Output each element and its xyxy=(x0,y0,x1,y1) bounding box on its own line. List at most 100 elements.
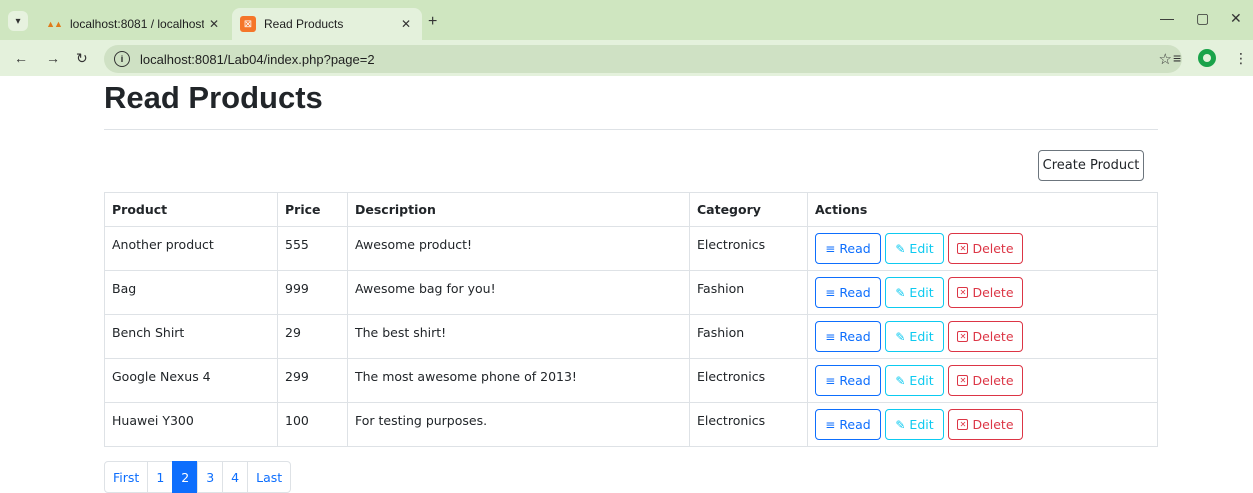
page-link-2[interactable]: 2 xyxy=(172,461,199,493)
cell-category: Electronics xyxy=(689,402,808,447)
back-icon[interactable]: ← xyxy=(14,50,28,66)
x-square-icon: ✕ xyxy=(957,331,969,342)
read-button[interactable]: ≡ Read xyxy=(815,409,881,440)
divider xyxy=(104,129,1158,130)
page-link-first[interactable]: First xyxy=(104,461,149,493)
cell-actions: ≡ Read ✎ Edit ✕ Delete xyxy=(807,358,1158,403)
table-row: Bench Shirt 29 The best shirt! Fashion ≡ Read… xyxy=(104,314,1158,359)
cell-price: 100 xyxy=(277,402,348,447)
cell-product: Bench Shirt xyxy=(104,314,278,359)
edit-button[interactable]: ✎ Edit xyxy=(885,321,944,352)
read-button[interactable]: ≡ Read xyxy=(815,365,881,396)
cell-description: For testing purposes. xyxy=(347,402,690,447)
tab-phpmyadmin[interactable]: ▲▲ localhost:8081 / localhost / lab( ✕ xyxy=(38,8,230,40)
read-button[interactable]: ≡ Read xyxy=(815,321,881,352)
read-label: Read xyxy=(839,241,871,256)
row-actions: ≡ Read ✎ Edit ✕ Delete xyxy=(815,321,1150,352)
reload-icon[interactable]: ↻ xyxy=(76,50,88,67)
close-icon[interactable]: ✕ xyxy=(204,17,224,31)
cell-price: 299 xyxy=(277,358,348,403)
page-link-last[interactable]: Last xyxy=(247,461,292,493)
pencil-square-icon: ✎ xyxy=(895,373,906,388)
header-category: Category xyxy=(689,192,808,227)
delete-label: Delete xyxy=(972,285,1014,300)
url-text[interactable]: localhost:8081/Lab04/index.php?page=2 xyxy=(140,52,375,67)
header-description: Description xyxy=(347,192,690,227)
close-window-icon[interactable]: ✕ xyxy=(1230,10,1242,27)
delete-button[interactable]: ✕ Delete xyxy=(948,233,1023,264)
x-square-icon: ✕ xyxy=(957,419,969,430)
tab-title: Read Products xyxy=(264,17,344,31)
phpmyadmin-icon: ▲▲ xyxy=(46,19,63,29)
address-bar[interactable]: i localhost:8081/Lab04/index.php?page=2 … xyxy=(104,45,1182,73)
cell-description: The most awesome phone of 2013! xyxy=(347,358,690,403)
delete-button[interactable]: ✕ Delete xyxy=(948,409,1023,440)
row-actions: ≡ Read ✎ Edit ✕ Delete xyxy=(815,233,1150,264)
row-actions: ≡ Read ✎ Edit ✕ Delete xyxy=(815,277,1150,308)
table-row: Bag 999 Awesome bag for you! Fashion ≡ Read ✎ E… xyxy=(104,270,1158,315)
cell-product: Google Nexus 4 xyxy=(104,358,278,403)
reading-list-icon[interactable]: ≡ xyxy=(1173,50,1181,66)
forward-icon[interactable]: → xyxy=(46,50,60,66)
bookmark-star-icon[interactable]: ☆ xyxy=(1159,50,1172,68)
cell-category: Fashion xyxy=(689,314,808,359)
page-link-4[interactable]: 4 xyxy=(222,461,249,493)
tab-read-products[interactable]: ⊠ Read Products ✕ xyxy=(232,8,422,40)
pencil-square-icon: ✎ xyxy=(895,241,906,256)
edit-button[interactable]: ✎ Edit xyxy=(885,277,944,308)
pagination: First 1 2 3 4 Last xyxy=(104,461,292,493)
x-square-icon: ✕ xyxy=(957,243,969,254)
cell-product: Another product xyxy=(104,226,278,271)
delete-label: Delete xyxy=(972,241,1014,256)
maximize-icon[interactable]: ▢ xyxy=(1196,10,1209,27)
minimize-icon[interactable]: — xyxy=(1160,10,1174,26)
row-actions: ≡ Read ✎ Edit ✕ Delete xyxy=(815,409,1150,440)
x-square-icon: ✕ xyxy=(957,375,969,386)
delete-button[interactable]: ✕ Delete xyxy=(948,277,1023,308)
menu-kebab-icon[interactable]: ⋮ xyxy=(1234,50,1248,67)
edit-label: Edit xyxy=(909,329,934,344)
list-icon: ≡ xyxy=(825,285,836,300)
list-icon: ≡ xyxy=(825,373,836,388)
delete-label: Delete xyxy=(972,329,1014,344)
info-icon[interactable]: i xyxy=(114,51,130,67)
cell-product: Bag xyxy=(104,270,278,315)
delete-button[interactable]: ✕ Delete xyxy=(948,365,1023,396)
delete-label: Delete xyxy=(972,417,1014,432)
tab-search-button[interactable]: ▾ xyxy=(8,11,28,31)
edit-label: Edit xyxy=(909,373,934,388)
delete-button[interactable]: ✕ Delete xyxy=(948,321,1023,352)
read-button[interactable]: ≡ Read xyxy=(815,233,881,264)
cell-description: The best shirt! xyxy=(347,314,690,359)
cell-category: Electronics xyxy=(689,226,808,271)
edit-label: Edit xyxy=(909,241,934,256)
page-link-1[interactable]: 1 xyxy=(147,461,174,493)
cell-product: Huawei Y300 xyxy=(104,402,278,447)
list-icon: ≡ xyxy=(825,329,836,344)
cell-price: 999 xyxy=(277,270,348,315)
new-tab-button[interactable]: + xyxy=(428,13,437,31)
edit-button[interactable]: ✎ Edit xyxy=(885,365,944,396)
list-icon: ≡ xyxy=(825,417,836,432)
create-product-button[interactable]: Create Product xyxy=(1038,150,1144,181)
products-table: Product Price Description Category Actio… xyxy=(104,192,1158,447)
table-row: Another product 555 Awesome product! Electr… xyxy=(104,226,1158,271)
edit-button[interactable]: ✎ Edit xyxy=(885,233,944,264)
cell-category: Fashion xyxy=(689,270,808,315)
close-icon[interactable]: ✕ xyxy=(396,17,416,31)
cell-price: 29 xyxy=(277,314,348,359)
cell-actions: ≡ Read ✎ Edit ✕ Delete xyxy=(807,314,1158,359)
read-label: Read xyxy=(839,285,871,300)
read-label: Read xyxy=(839,329,871,344)
page-link-3[interactable]: 3 xyxy=(197,461,224,493)
extension-icon[interactable] xyxy=(1198,49,1216,67)
read-label: Read xyxy=(839,373,871,388)
cell-actions: ≡ Read ✎ Edit ✕ Delete xyxy=(807,402,1158,447)
table-header-row: Product Price Description Category Actio… xyxy=(104,192,1158,227)
edit-button[interactable]: ✎ Edit xyxy=(885,409,944,440)
header-price: Price xyxy=(277,192,348,227)
cell-actions: ≡ Read ✎ Edit ✕ Delete xyxy=(807,226,1158,271)
x-square-icon: ✕ xyxy=(957,287,969,298)
xampp-icon: ⊠ xyxy=(240,16,256,32)
read-button[interactable]: ≡ Read xyxy=(815,277,881,308)
